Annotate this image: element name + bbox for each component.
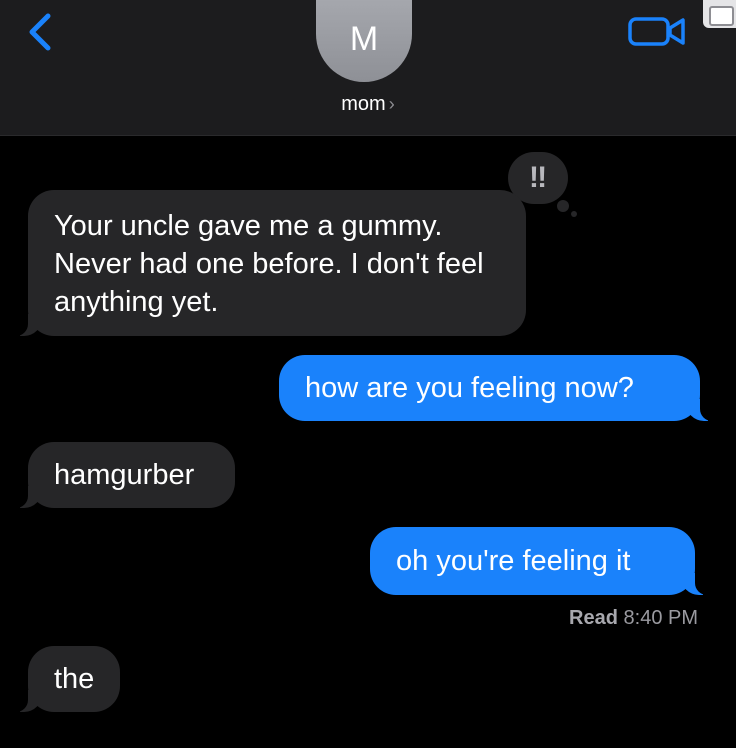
message-bubble-incoming[interactable]: the — [16, 646, 120, 712]
avatar-initial: M — [349, 20, 379, 58]
status-indicator — [703, 0, 736, 28]
video-camera-icon — [628, 17, 685, 46]
tapback-tail — [557, 200, 569, 212]
contact-name: mom — [341, 93, 386, 115]
chevron-right-icon: › — [388, 94, 395, 114]
conversation-header: M mom › — [0, 0, 736, 136]
read-time: 8:40 PM — [623, 607, 698, 629]
read-label: Read — [569, 607, 618, 629]
contact-name-button[interactable]: mom › — [0, 93, 736, 116]
message-bubble-incoming[interactable]: hamgurber — [16, 442, 235, 508]
message-bubble-incoming[interactable]: Your uncle gave me a gummy. Never had on… — [16, 190, 526, 336]
message-bubble-outgoing[interactable]: how are you feeling now? — [279, 355, 712, 421]
read-receipt: Read 8:40 PM — [569, 607, 698, 630]
video-call-button[interactable] — [628, 16, 686, 46]
tapback-tail-dot — [571, 211, 577, 217]
message-bubble-outgoing[interactable]: oh you're feeling it — [370, 527, 707, 595]
back-button[interactable] — [22, 10, 62, 54]
contact-avatar[interactable]: M — [316, 0, 412, 82]
chevron-left-icon — [29, 13, 51, 51]
